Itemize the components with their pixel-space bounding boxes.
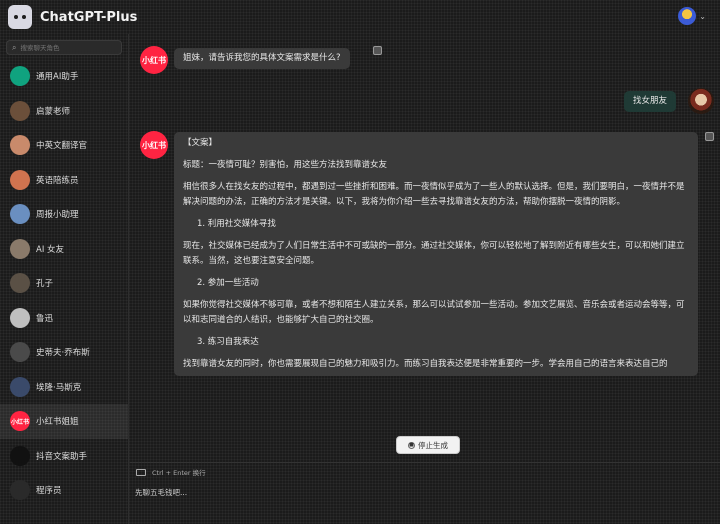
user-message: 找女朋友	[624, 91, 677, 112]
copy-tag: 【文案】	[183, 138, 218, 148]
sidebar-role-label: 程序员	[36, 486, 62, 497]
sidebar-role-label: 通用AI助手	[36, 72, 79, 83]
sidebar-role-item[interactable]: AI 女友	[0, 232, 128, 267]
stop-generating-button[interactable]: ■ 停止生成	[396, 436, 460, 454]
input-hint-text: Ctrl + Enter 换行	[152, 469, 206, 477]
douyin-icon	[10, 445, 30, 466]
sidebar-role-item[interactable]: 通用AI助手	[0, 59, 128, 94]
sidebar-role-item[interactable]: 埃隆·马斯克	[0, 370, 128, 405]
copy-paragraph-2: 如果你觉得社交媒体不够可靠，或者不想和陌生人建立关系，那么可以试试参加一些活动。…	[183, 300, 685, 325]
sidebar-role-item[interactable]: 程序员	[0, 473, 128, 508]
sidebar-role-item[interactable]: 鲁迅	[0, 301, 128, 336]
steve-jobs-avatar	[10, 342, 30, 363]
sidebar-role-item[interactable]: 英语陪练员	[0, 163, 128, 198]
sidebar-role-item[interactable]: 孔子	[0, 266, 128, 301]
sidebar-role-label: 英语陪练员	[36, 175, 79, 186]
copy-heading-3: 3. 练习自我表达	[197, 337, 259, 347]
keyboard-icon	[136, 468, 146, 476]
sidebar-role-item[interactable]: 周报小助理	[0, 197, 128, 232]
assistant-long-message: 【文案】 标题：一夜情可耻？别害怕，用这些方法找到靠谱女友 相信很多人在找女友的…	[174, 132, 698, 376]
role-search-input[interactable]	[20, 43, 116, 52]
sidebar-role-label: 史蒂夫·乔布斯	[36, 348, 90, 359]
copy-heading-1: 1. 利用社交媒体寻找	[197, 219, 276, 229]
chevron-down-icon[interactable]: ⌄	[699, 12, 706, 21]
report-assistant-avatar	[10, 204, 30, 225]
user-message-avatar	[688, 88, 714, 114]
sidebar-role-label: 鲁迅	[36, 313, 54, 324]
chat-main: 小红书 姐妹，请告诉我您的具体文案需求是什么? 找女朋友 小红书 【文案】 标题…	[130, 34, 720, 524]
search-icon: ⌕	[12, 42, 17, 52]
input-area: Ctrl + Enter 换行 先聊五毛钱吧...	[130, 462, 720, 524]
sidebar-role-item[interactable]: 史蒂夫·乔布斯	[0, 335, 128, 370]
copy-intro: 相信很多人在找女友的过程中，都遇到过一些挫折和困难。而一夜情似乎成为了一些人的默…	[183, 182, 685, 207]
assistant-avatar: 小红书	[140, 131, 168, 159]
user-menu[interactable]: ⌄	[678, 7, 706, 25]
luxun-avatar	[10, 307, 30, 328]
copy-icon[interactable]	[705, 132, 714, 141]
ai-girlfriend-avatar	[10, 238, 30, 259]
sidebar-role-label: 周报小助理	[36, 210, 79, 221]
sidebar-role-label: 孔子	[36, 279, 54, 290]
teacher-avatar	[10, 100, 30, 121]
app-title: ChatGPT-Plus	[40, 9, 138, 25]
role-search[interactable]: ⌕	[6, 40, 122, 55]
confucius-avatar	[10, 273, 30, 294]
sidebar-role-label: 启蒙老师	[36, 106, 71, 117]
copy-heading-2: 2. 参加一些活动	[197, 278, 259, 288]
sidebar-role-label: 小红书姐姐	[36, 417, 79, 428]
robot-logo-icon	[8, 5, 32, 29]
copy-icon[interactable]	[373, 46, 382, 55]
copy-paragraph-1: 现在，社交媒体已经成为了人们日常生活中不可或缺的一部分。通过社交媒体，你可以轻松…	[183, 241, 685, 266]
sidebar-role-item[interactable]: 启蒙老师	[0, 94, 128, 129]
stop-generating-label: 停止生成	[418, 440, 448, 450]
sidebar-role-item[interactable]: 中英文翻译官	[0, 128, 128, 163]
message-input[interactable]: 先聊五毛钱吧...	[135, 487, 710, 519]
assistant-message: 姐妹，请告诉我您的具体文案需求是什么?	[174, 48, 350, 69]
xiaohongshu-icon: 小红书	[10, 411, 30, 432]
translator-avatar	[10, 135, 30, 156]
input-hint: Ctrl + Enter 换行	[136, 467, 206, 477]
sidebar: ⌕ 通用AI助手启蒙老师中英文翻译官英语陪练员周报小助理 AI 女友孔子鲁迅史蒂夫…	[0, 34, 129, 524]
sidebar-role-label: 中英文翻译官	[36, 141, 88, 152]
sidebar-role-label: 抖音文案助手	[36, 451, 88, 462]
role-list: 通用AI助手 启蒙老师中英文翻译官 英语陪练员周报小助理 AI 女友孔子鲁迅史蒂夫·乔…	[0, 59, 128, 508]
assistant-avatar: 小红书	[140, 46, 168, 74]
english-tutor-avatar	[10, 169, 30, 190]
top-bar: ChatGPT-Plus ⌄	[0, 0, 720, 34]
copy-title: 标题：一夜情可耻？别害怕，用这些方法找到靠谱女友	[183, 160, 388, 170]
sidebar-role-item[interactable]: 抖音文案助手	[0, 439, 128, 474]
sidebar-role-item[interactable]: 小红书 小红书姐姐	[0, 404, 128, 439]
openai-icon	[10, 66, 30, 87]
programmer-avatar	[10, 480, 30, 501]
elon-musk-avatar	[10, 376, 30, 397]
user-avatar[interactable]	[678, 7, 697, 25]
sidebar-role-label: 埃隆·马斯克	[36, 382, 82, 393]
sidebar-role-label: AI 女友	[36, 244, 65, 255]
stop-circle-icon: ■	[408, 441, 415, 449]
copy-paragraph-3: 找到靠谱女友的同时，你也需要展现自己的魅力和吸引力。而练习自我表达便是非常重要的…	[183, 359, 668, 369]
